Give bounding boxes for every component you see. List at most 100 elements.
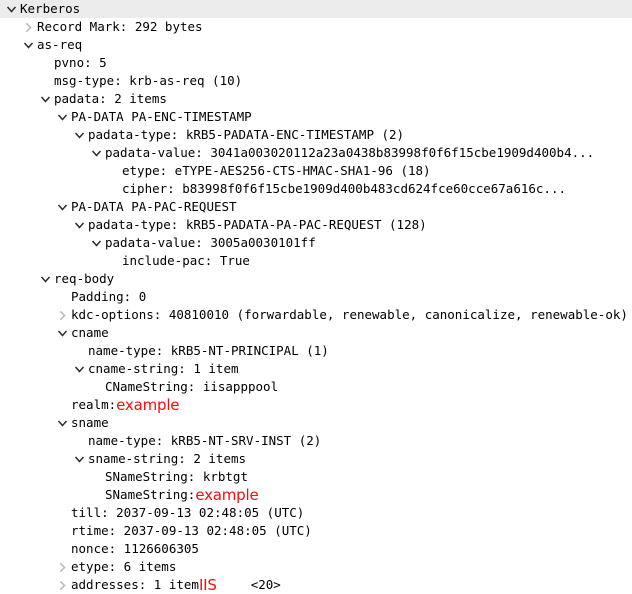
chevron-down-icon[interactable]	[56, 324, 71, 342]
tree-row-label: sname-string: 2 items	[88, 451, 247, 466]
tree-row[interactable]: SNameString: example	[0, 486, 632, 504]
tree-row[interactable]: SNameString: krbtgt	[0, 468, 632, 486]
tree-row-label: sname	[71, 415, 109, 430]
packet-detail-tree[interactable]: Kerberos Record Mark: 292 bytes as-req pvno…	[0, 0, 632, 594]
tree-row[interactable]: Padding: 0	[0, 288, 632, 306]
tree-row[interactable]: etype: eTYPE-AES256-CTS-HMAC-SHA1-96 (18…	[0, 162, 632, 180]
tree-row[interactable]: CNameString: iisapppool	[0, 378, 632, 396]
tree-row-tail: <20>	[250, 577, 281, 592]
chevron-down-icon[interactable]	[73, 450, 88, 468]
tree-row[interactable]: till: 2037-09-13 02:48:05 (UTC)	[0, 504, 632, 522]
chevron-right-icon[interactable]	[56, 558, 71, 576]
tree-row[interactable]: name-type: kRB5-NT-PRINCIPAL (1)	[0, 342, 632, 360]
chevron-down-icon[interactable]	[22, 36, 37, 54]
tree-row-label: nonce: 1126606305	[71, 541, 199, 556]
tree-row[interactable]: padata: 2 items	[0, 90, 632, 108]
tree-row-label: msg-type: krb-as-req (10)	[54, 73, 243, 88]
tree-row[interactable]: pvno: 5	[0, 54, 632, 72]
chevron-right-icon[interactable]	[22, 18, 37, 36]
tree-row-label: till: 2037-09-13 02:48:05 (UTC)	[71, 505, 305, 520]
tree-row[interactable]: padata-value: 3041a003020112a23a0438b839…	[0, 144, 632, 162]
tree-row-label: CNameString: iisapppool	[105, 379, 279, 394]
tree-row-label: PA-DATA PA-ENC-TIMESTAMP	[71, 109, 252, 124]
chevron-down-icon[interactable]	[56, 414, 71, 432]
tree-row[interactable]: sname-string: 2 items	[0, 450, 632, 468]
tree-row-label: padata-type: kRB5-PADATA-ENC-TIMESTAMP (…	[88, 127, 405, 142]
chevron-down-icon[interactable]	[5, 0, 20, 18]
tree-row-label: Padding: 0	[71, 289, 147, 304]
tree-row[interactable]: padata-value: 3005a0030101ff	[0, 234, 632, 252]
tree-row[interactable]: rtime: 2037-09-13 02:48:05 (UTC)	[0, 522, 632, 540]
tree-row[interactable]: include-pac: True	[0, 252, 632, 270]
tree-row-label: rtime: 2037-09-13 02:48:05 (UTC)	[71, 523, 312, 538]
highlighted-value: IIS	[198, 576, 217, 594]
chevron-down-icon[interactable]	[73, 360, 88, 378]
chevron-down-icon[interactable]	[39, 270, 54, 288]
tree-row-label: realm:	[71, 397, 117, 412]
tree-row[interactable]: name-type: kRB5-NT-SRV-INST (2)	[0, 432, 632, 450]
tree-row[interactable]: req-body	[0, 270, 632, 288]
tree-row[interactable]: padata-type: kRB5-PADATA-ENC-TIMESTAMP (…	[0, 126, 632, 144]
chevron-down-icon[interactable]	[90, 144, 105, 162]
tree-row[interactable]: PA-DATA PA-PAC-REQUEST	[0, 198, 632, 216]
tree-row[interactable]: etype: 6 items	[0, 558, 632, 576]
chevron-right-icon[interactable]	[56, 306, 71, 324]
tree-row-label: Record Mark: 292 bytes	[37, 19, 203, 34]
tree-row[interactable]: addresses: 1 item IIS <20>	[0, 576, 632, 594]
tree-row-label: kdc-options: 40810010 (forwardable, rene…	[71, 307, 628, 322]
tree-row[interactable]: cname	[0, 324, 632, 342]
tree-row-label: padata: 2 items	[54, 91, 167, 106]
tree-row[interactable]: cipher: b83998f0f6f15cbe1909d400b483cd62…	[0, 180, 632, 198]
tree-row-label: cipher: b83998f0f6f15cbe1909d400b483cd62…	[122, 181, 567, 196]
tree-row-label: padata-value: 3041a003020112a23a0438b839…	[105, 145, 595, 160]
chevron-down-icon[interactable]	[73, 216, 88, 234]
tree-row[interactable]: cname-string: 1 item	[0, 360, 632, 378]
tree-row-label: etype: 6 items	[71, 559, 177, 574]
tree-row-label: SNameString: krbtgt	[105, 469, 248, 484]
tree-row[interactable]: realm: example	[0, 396, 632, 414]
chevron-down-icon[interactable]	[39, 90, 54, 108]
tree-row[interactable]: kdc-options: 40810010 (forwardable, rene…	[0, 306, 632, 324]
chevron-down-icon[interactable]	[56, 198, 71, 216]
tree-row[interactable]: as-req	[0, 36, 632, 54]
tree-row-label: req-body	[54, 271, 115, 286]
chevron-down-icon[interactable]	[56, 108, 71, 126]
tree-row[interactable]: Record Mark: 292 bytes	[0, 18, 632, 36]
highlighted-value: example	[195, 486, 259, 504]
tree-row[interactable]: sname	[0, 414, 632, 432]
chevron-down-icon[interactable]	[90, 234, 105, 252]
tree-row-label: PA-DATA PA-PAC-REQUEST	[71, 199, 237, 214]
tree-row[interactable]: padata-type: kRB5-PADATA-PA-PAC-REQUEST …	[0, 216, 632, 234]
tree-row-label: cname	[71, 325, 109, 340]
tree-row-label: pvno: 5	[54, 55, 107, 70]
tree-row[interactable]: PA-DATA PA-ENC-TIMESTAMP	[0, 108, 632, 126]
tree-row-label: name-type: kRB5-NT-PRINCIPAL (1)	[88, 343, 329, 358]
chevron-right-icon[interactable]	[56, 576, 71, 594]
tree-row-label: as-req	[37, 37, 83, 52]
tree-row-label: include-pac: True	[122, 253, 250, 268]
chevron-down-icon[interactable]	[73, 126, 88, 144]
tree-row[interactable]: msg-type: krb-as-req (10)	[0, 72, 632, 90]
tree-row[interactable]: Kerberos	[0, 0, 632, 18]
tree-row-label: cname-string: 1 item	[88, 361, 239, 376]
tree-row[interactable]: nonce: 1126606305	[0, 540, 632, 558]
tree-row-label: padata-value: 3005a0030101ff	[105, 235, 316, 250]
tree-row-label: etype: eTYPE-AES256-CTS-HMAC-SHA1-96 (18…	[122, 163, 431, 178]
tree-row-label: SNameString:	[105, 487, 196, 502]
tree-row-label: name-type: kRB5-NT-SRV-INST (2)	[88, 433, 322, 448]
tree-row-label: addresses: 1 item	[71, 577, 199, 592]
tree-row-label: Kerberos	[20, 1, 81, 16]
